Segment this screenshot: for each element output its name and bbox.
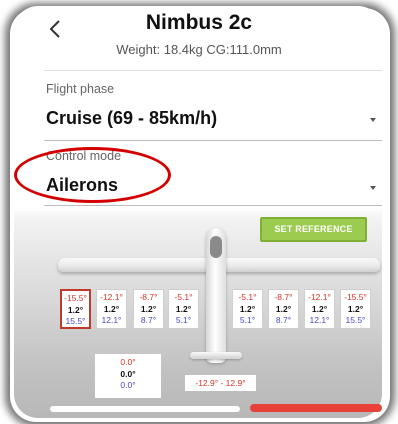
- header-divider: [44, 70, 382, 71]
- surface-max-down: 8.7°: [140, 315, 157, 325]
- surface-trim: 1.2°: [140, 303, 157, 314]
- surface-max-down: 5.1°: [239, 315, 256, 325]
- surface-max-up: -15.5°: [64, 293, 87, 303]
- surface-max-down: 12.1°: [309, 315, 330, 325]
- surface-trim: 1.2°: [239, 303, 256, 314]
- wing-surface-box[interactable]: -12.1° 1.2° 12.1°: [304, 289, 335, 329]
- surface-trim: 1.2°: [347, 303, 364, 314]
- flight-phase-dropdown-icon[interactable]: [370, 118, 376, 122]
- wing-surface-box[interactable]: -5.1° 1.2° 5.1°: [232, 289, 263, 329]
- surface-max-up: -8.7°: [274, 292, 293, 302]
- surface-max-down: 8.7°: [275, 315, 292, 325]
- surface-trim: 1.2°: [103, 303, 120, 314]
- elevator-max-down: 0.0°: [120, 380, 136, 390]
- wing-surface-box[interactable]: -8.7° 1.2° 8.7°: [268, 289, 299, 329]
- control-mode-dropdown-icon[interactable]: [370, 186, 376, 190]
- wing-surface-box[interactable]: -12.1° 1.2° 12.1°: [96, 289, 127, 329]
- control-mode-underline: [44, 205, 382, 206]
- wing-surface-box[interactable]: -8.7° 1.2° 8.7°: [133, 289, 164, 329]
- glider-canopy: [210, 236, 222, 258]
- elevator-max-up: 0.0°: [120, 357, 136, 367]
- surface-max-up: -5.1°: [174, 292, 193, 302]
- bottom-bar-indicator: [250, 404, 382, 412]
- surface-max-down: 15.5°: [65, 316, 86, 326]
- surface-max-up: -5.1°: [238, 292, 257, 302]
- surface-trim: 1.2°: [311, 303, 328, 314]
- flight-phase-select[interactable]: Cruise (69 - 85km/h): [46, 108, 217, 129]
- surface-max-up: -12.1°: [308, 292, 331, 302]
- glider-horizontal-tail: [190, 352, 242, 359]
- annotation-circle: [14, 147, 171, 203]
- surface-max-down: 15.5°: [345, 315, 366, 325]
- surface-max-down: 5.1°: [175, 315, 192, 325]
- weight-cg-info: Weight: 18.4kg CG:111.0mm: [116, 42, 282, 57]
- flight-phase-label: Flight phase: [46, 82, 115, 96]
- wing-surface-box[interactable]: -15.5° 1.2° 15.5°: [60, 289, 91, 329]
- surface-trim: 1.2°: [67, 304, 84, 315]
- surface-trim: 1.2°: [175, 303, 192, 314]
- flight-phase-underline: [44, 140, 382, 141]
- elevator-trim: 0.0°: [120, 368, 136, 379]
- model-title: Nimbus 2c: [145, 11, 253, 34]
- surface-max-up: -8.7°: [139, 292, 158, 302]
- surface-trim: 1.2°: [275, 303, 292, 314]
- elevator-surface-box[interactable]: 0.0° 0.0° 0.0°: [95, 354, 161, 398]
- bottom-bar-track: [50, 406, 240, 412]
- rudder-range-box[interactable]: -12.9° - 12.9°: [185, 375, 256, 391]
- set-reference-button[interactable]: SET REFERENCE: [260, 217, 367, 242]
- wing-surface-box[interactable]: -5.1° 1.2° 5.1°: [168, 289, 199, 329]
- wing-surface-box[interactable]: -15.5° 1.2° 15.5°: [340, 289, 371, 329]
- surface-max-up: -12.1°: [100, 292, 123, 302]
- surface-max-up: -15.5°: [344, 292, 367, 302]
- surface-max-down: 12.1°: [101, 315, 122, 325]
